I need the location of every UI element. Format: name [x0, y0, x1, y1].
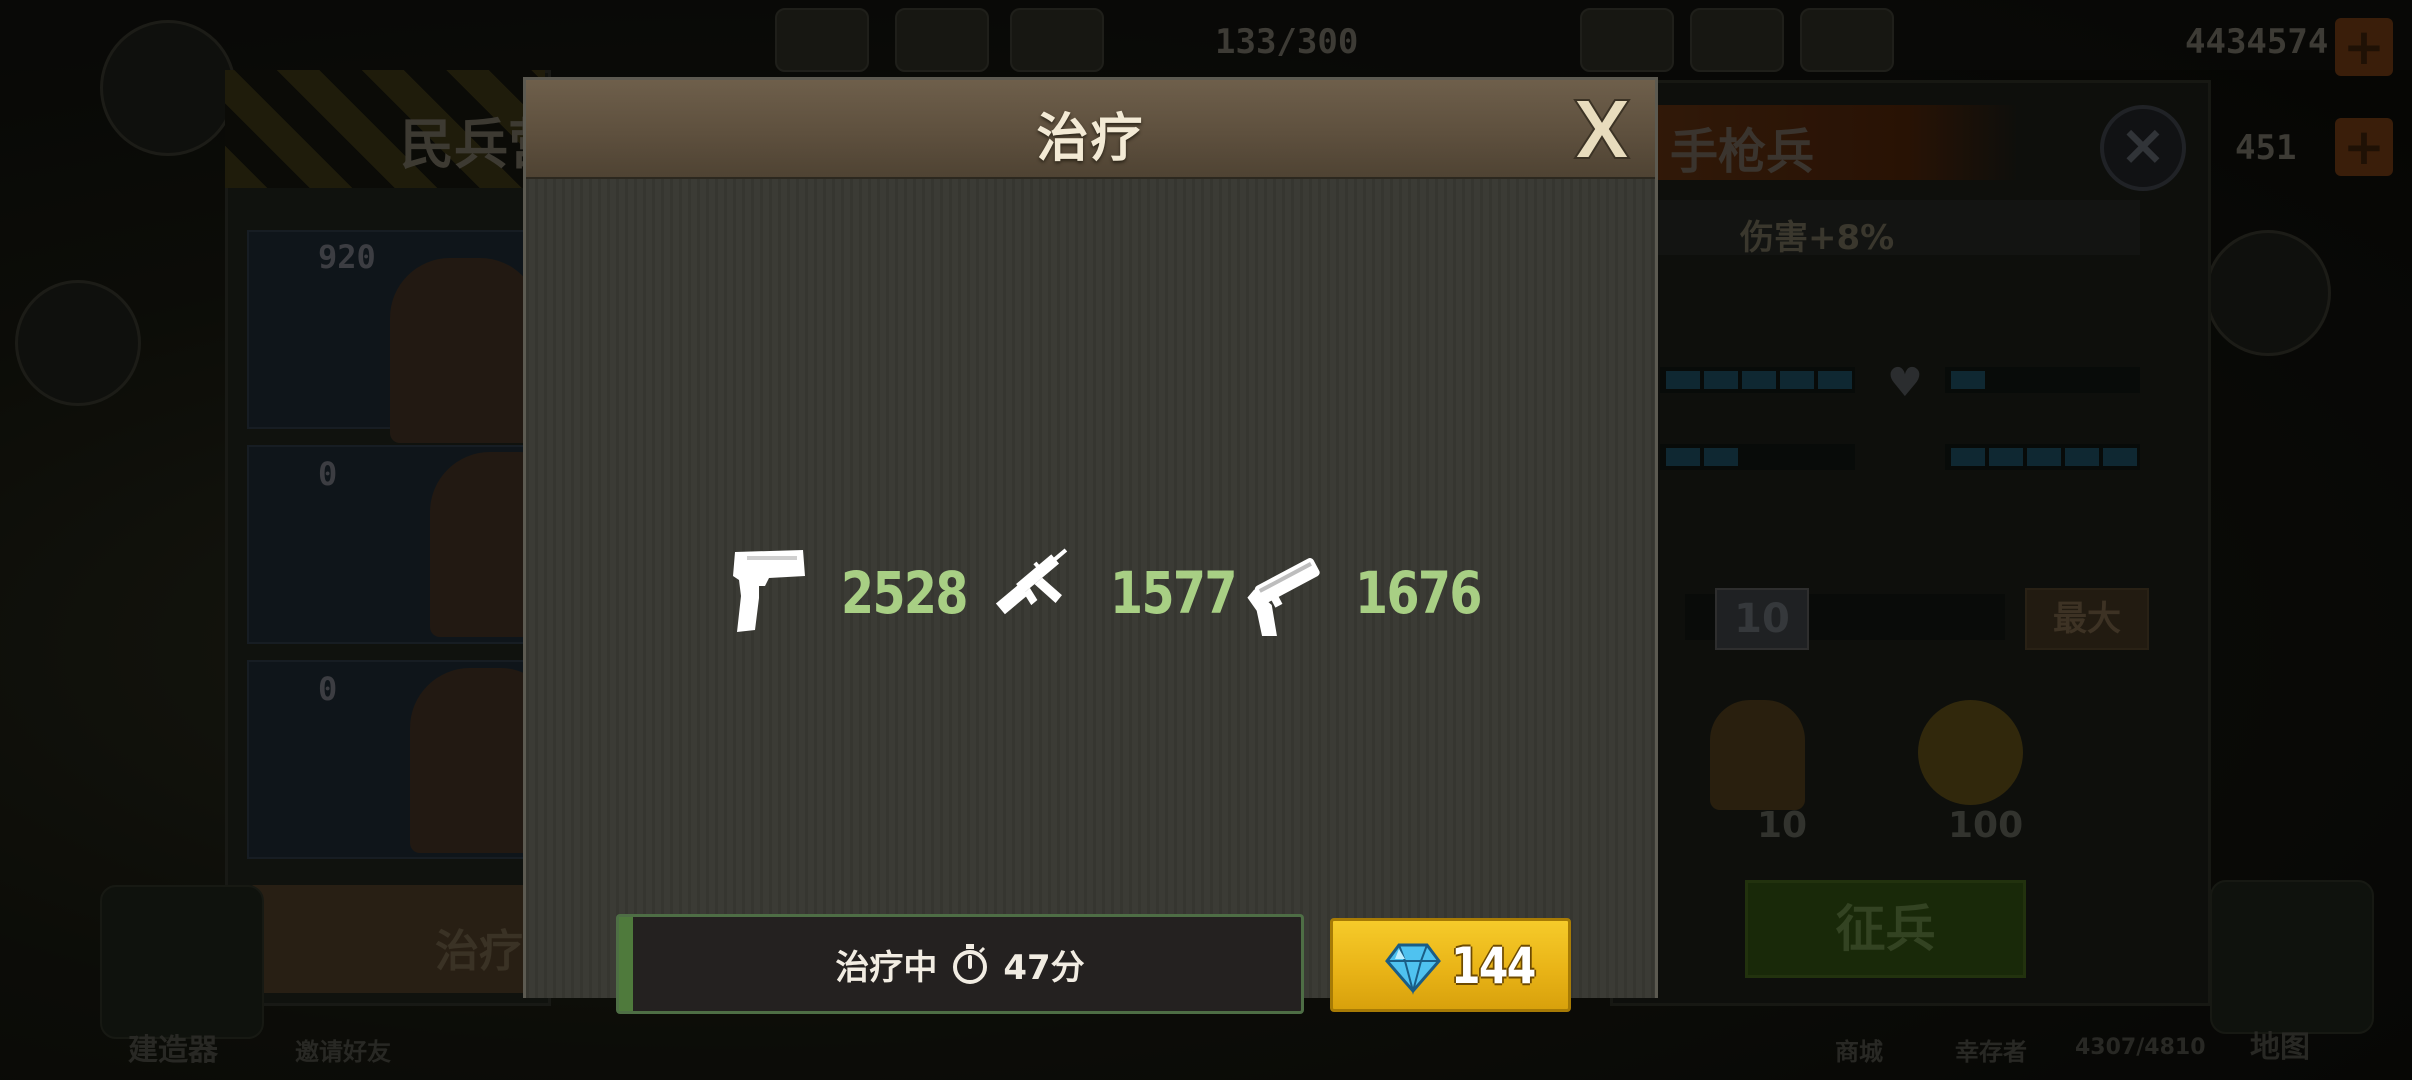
- dialog-body: 2528 1577 1676 治疗中 47分 144: [526, 179, 1655, 1014]
- close-button[interactable]: [1567, 94, 1637, 164]
- pistol-count: 2528: [841, 559, 968, 627]
- gem-speedup-button[interactable]: 144: [1330, 918, 1571, 1012]
- healing-status-label: 治疗中: [835, 947, 938, 988]
- shotgun-icon: [1238, 544, 1328, 636]
- gem-icon: [1385, 943, 1441, 995]
- shotgun-count: 1676: [1355, 559, 1482, 627]
- dialog-header: 治疗: [526, 80, 1655, 179]
- healing-progress-bar: 治疗中 47分: [616, 914, 1304, 1014]
- dialog-title: 治疗: [1036, 109, 1145, 169]
- speedup-cost: 144: [1451, 937, 1536, 995]
- close-icon: [1573, 99, 1631, 159]
- pistol-icon: [729, 546, 809, 634]
- heal-dialog: 治疗 2528 1577 1676 治疗中 47分 144: [523, 77, 1658, 1014]
- time-remaining: 47分: [1003, 947, 1085, 988]
- stopwatch-icon: [953, 944, 988, 984]
- assault-rifle-count: 1577: [1110, 559, 1237, 627]
- assault-rifle-icon: [989, 532, 1079, 632]
